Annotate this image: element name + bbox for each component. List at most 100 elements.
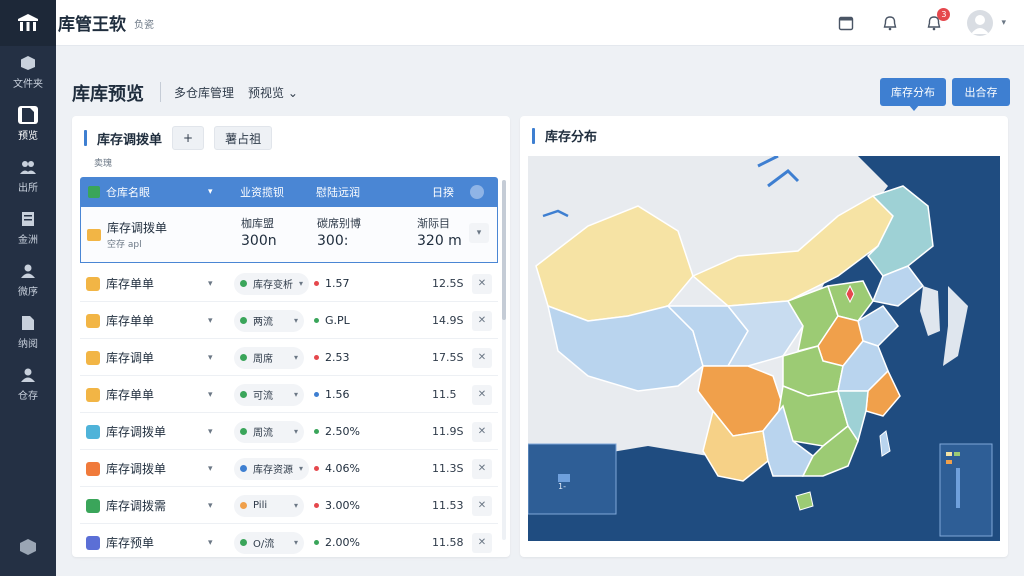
sidebar-item-reports[interactable]: 金洲 [0,202,56,254]
user-menu-chevron-icon[interactable]: ▾ [1001,18,1006,28]
row-caret-icon[interactable]: ▾ [208,464,213,474]
selected-row-sub: 空存 apl [107,240,142,250]
report-icon [18,210,38,228]
row-category: 周席 [253,354,273,365]
category-dot-icon [240,502,247,509]
selected-row[interactable]: 库存调拨单 空存 apl 枷库盟 300n 碳席别博 300: 渐际目 320 … [80,207,498,263]
map-inset-right[interactable] [939,443,993,537]
header-caret-icon[interactable]: ▾ [208,187,213,197]
inset-label: 1- [558,482,566,491]
stat-dot-icon [314,429,319,434]
table-row[interactable]: 库存调拨需 ▾ Pili ▾ 3.00% 11.53 ✕ [80,488,498,524]
panel-header: 库存调拨单 + 薯占祖 [84,126,273,150]
row-caret-icon[interactable]: ▾ [208,501,213,511]
region-taiwan[interactable] [879,430,891,457]
row-name: 库存单单 [106,388,155,402]
row-remove-button[interactable]: ✕ [472,532,492,553]
table-row[interactable]: 库存调拨单 ▾ 库存资源 ▾ 4.06% 11.3S ✕ [80,451,498,487]
view-dropdown[interactable]: 预视览 ⌄ [248,84,298,101]
row-amount: 14.9S [432,314,464,327]
export-button[interactable]: 出合存 [952,78,1010,106]
sidebar-item-preview[interactable]: 预览 [0,98,56,150]
add-button[interactable]: + [172,126,205,150]
table-row[interactable]: 库存调单 ▾ 周席 ▾ 2.53 17.5S ✕ [80,340,498,376]
row-remove-button[interactable]: ✕ [472,384,492,405]
warehouse-icon [88,186,100,198]
notifications-button[interactable]: 3 [923,8,951,34]
page-title: 库库预览 [72,84,144,105]
row-caret-icon[interactable]: ▾ [208,427,213,437]
sidebar-item-sequence[interactable]: 微序 [0,254,56,306]
table-row[interactable]: 库存单单 ▾ 两流 ▾ G.PL 14.9S ✕ [80,303,498,339]
row-category-select[interactable]: 可流 ▾ [234,383,304,406]
bell-button[interactable] [879,12,901,34]
region-hainan[interactable] [795,491,814,511]
action-button[interactable]: 薯占祖 [214,126,273,150]
sidebar-item-outbound[interactable]: 出所 [0,150,56,202]
row-remove-button[interactable]: ✕ [472,421,492,442]
scrollbar[interactable] [502,180,506,540]
row-caret-icon[interactable]: ▾ [208,390,213,400]
panel-title: 库存分布 [545,130,598,145]
sidebar-cube-button[interactable] [19,538,37,560]
map-canvas [528,156,993,537]
row-remove-button[interactable]: ✕ [472,310,492,331]
sidebar-item-label: 文件夹 [13,79,43,90]
table-row[interactable]: 库存预单 ▾ O/流 ▾ 2.00% 11.58 ✕ [80,525,498,561]
sidebar-item-files[interactable]: 文件夹 [0,46,56,98]
table-row[interactable]: 库存调拨单 ▾ 周流 ▾ 2.50% 11.9S ✕ [80,414,498,450]
row-caret-icon[interactable]: ▾ [208,538,213,548]
header-col-warehouse[interactable]: 仓库名眼 [106,184,150,200]
row-stat: 2.00% [314,536,360,549]
row-amount: 12.5S [432,277,464,290]
header-col-business[interactable]: 业资揽钡 [240,184,284,200]
stat-dot-icon [314,281,319,286]
row-category: 库存资源 [253,465,293,476]
row-category-select[interactable]: 周流 ▾ [234,420,304,443]
row-remove-button[interactable]: ✕ [472,495,492,516]
row-category-select[interactable]: Pili ▾ [234,494,304,517]
user-avatar[interactable] [967,10,994,36]
breadcrumb-warehouse-management[interactable]: 多仓库管理 [174,84,234,101]
table-row[interactable]: 库存单单 ▾ 可流 ▾ 1.56 11.5 ✕ [80,377,498,413]
row-category-select[interactable]: O/流 ▾ [234,531,304,554]
row-category-select[interactable]: 两流 ▾ [234,309,304,332]
stock-distribution-button[interactable]: 库存分布 [880,78,946,106]
header-col-transit[interactable]: 慰陆远润 [316,184,360,200]
calendar-button[interactable] [835,12,857,34]
header-col-date[interactable]: 日揆 [432,184,454,200]
metric-3-value: 320 m [417,233,462,249]
inset-cell [946,452,952,456]
expand-chevron-icon[interactable]: ▾ [469,223,489,243]
row-stat-value: 2.00% [325,536,360,549]
china-map[interactable]: 1- [528,156,1000,541]
map-inset-left[interactable] [528,443,617,515]
sidebar-item-review[interactable]: 纳阅 [0,306,56,358]
box-icon [18,54,38,72]
row-caret-icon[interactable]: ▾ [208,316,213,326]
selected-row-name: 库存调拨单 [107,221,168,235]
row-type-icon [86,498,100,513]
row-remove-button[interactable]: ✕ [472,458,492,479]
sidebar-item-storage[interactable]: 仓存 [0,358,56,410]
inset-cell [946,460,952,464]
row-amount: 17.5S [432,351,464,364]
title-divider [160,82,161,102]
row-category-select[interactable]: 周席 ▾ [234,346,304,369]
row-stat-value: 3.00% [325,499,360,512]
table-row[interactable]: 库存单单 ▾ 库存变析 ▾ 1.57 12.5S ✕ [80,266,498,302]
app-logo[interactable] [0,0,56,46]
chip-chevron-icon: ▾ [293,390,298,399]
row-stat: 3.00% [314,499,360,512]
row-category-select[interactable]: 库存变析 ▾ [234,272,310,295]
row-category-select[interactable]: 库存资源 ▾ [234,457,310,480]
row-remove-button[interactable]: ✕ [472,273,492,294]
row-caret-icon[interactable]: ▾ [208,279,213,289]
row-remove-button[interactable]: ✕ [472,347,492,368]
scrollbar-thumb[interactable] [502,180,506,320]
row-category: Pili [253,500,268,511]
row-caret-icon[interactable]: ▾ [208,353,213,363]
settings-icon[interactable] [470,185,484,199]
inset-marker [558,474,570,482]
category-dot-icon [240,539,247,546]
